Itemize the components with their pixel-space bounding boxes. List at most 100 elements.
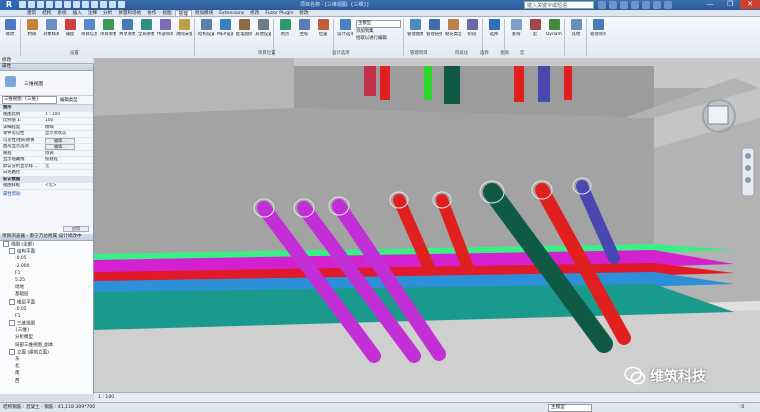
- ribbon-button-20[interactable]: 贴花类型: [445, 19, 461, 37]
- ribbon-button-23[interactable]: 查询: [508, 19, 524, 37]
- ribbon-button-5[interactable]: 项目参数: [100, 19, 116, 37]
- tab-5[interactable]: 分析: [100, 10, 115, 16]
- tab-3[interactable]: 插入: [70, 10, 85, 16]
- browser-node[interactable]: 视图 (全部): [0, 241, 93, 248]
- browser-node[interactable]: 东: [0, 356, 93, 363]
- close-hidden-icon[interactable]: [109, 1, 116, 8]
- print-icon[interactable]: [55, 1, 62, 8]
- properties-help-link[interactable]: 属性帮助: [0, 191, 93, 197]
- switch-window-icon[interactable]: [118, 1, 125, 8]
- application-menu-button[interactable]: R: [1, 0, 17, 10]
- browser-node[interactable]: {三维}: [0, 327, 93, 334]
- 3d-viewport[interactable]: [94, 58, 760, 392]
- ribbon-button-22[interactable]: 选择: [486, 19, 502, 37]
- expand-toggle-icon[interactable]: [3, 241, 9, 247]
- ribbon-button-19[interactable]: 管理链接: [426, 19, 442, 37]
- design-option-item-1[interactable]: 拾取以进行编辑: [356, 35, 401, 42]
- ribbon-button-11[interactable]: MEP设置: [217, 19, 233, 37]
- tab-9[interactable]: 管理: [174, 10, 192, 17]
- ribbon-button-15[interactable]: 坐标: [296, 19, 312, 37]
- property-value[interactable]: 按规程: [43, 157, 93, 163]
- tab-12[interactable]: 修改: [247, 10, 262, 16]
- property-value[interactable]: 编辑...: [43, 144, 93, 150]
- design-option-dropdown[interactable]: 主模型: [356, 20, 401, 28]
- ribbon-button-12[interactable]: 配电盘明细表样板: [236, 19, 252, 37]
- browser-node[interactable]: -2.000: [0, 263, 93, 270]
- save-icon[interactable]: [28, 1, 35, 8]
- help-search-input[interactable]: 键入关键字或短语: [524, 1, 594, 9]
- browser-node[interactable]: 北: [0, 363, 93, 370]
- view-type-dropdown[interactable]: 三维视图: {三维}: [2, 96, 57, 104]
- 3d-view-icon[interactable]: [82, 1, 89, 8]
- property-value[interactable]: 协调: [43, 151, 93, 157]
- browser-node[interactable]: 西: [0, 378, 93, 385]
- browser-node[interactable]: 基础层: [0, 291, 93, 298]
- ribbon-button-0[interactable]: 修改: [2, 19, 18, 37]
- expand-toggle-icon[interactable]: [9, 320, 15, 327]
- browser-node[interactable]: 南: [0, 370, 93, 377]
- ribbon-button-17[interactable]: 设计选项: [337, 19, 353, 37]
- user-icon[interactable]: [642, 1, 650, 9]
- ribbon-button-18[interactable]: 管理图像: [407, 19, 423, 37]
- ribbon-button-4[interactable]: 项目信息: [81, 19, 97, 37]
- browser-node[interactable]: 楼层平面: [0, 298, 93, 306]
- tab-10[interactable]: 附加模块: [192, 10, 216, 16]
- tab-14[interactable]: 修改: [296, 10, 311, 16]
- text-icon[interactable]: [73, 1, 80, 8]
- browser-node[interactable]: 场地: [0, 284, 93, 291]
- ribbon-button-27[interactable]: 管理项目: [590, 19, 606, 37]
- browser-node[interactable]: 结构平面: [0, 248, 93, 255]
- browser-node[interactable]: 三维视图: [0, 320, 93, 327]
- star-icon[interactable]: [631, 1, 639, 9]
- open-icon[interactable]: [19, 1, 26, 8]
- thin-lines-icon[interactable]: [100, 1, 107, 8]
- apply-button[interactable]: 应用: [63, 225, 89, 232]
- expand-toggle-icon[interactable]: [9, 248, 15, 255]
- browser-node[interactable]: F1: [0, 313, 93, 320]
- ribbon-button-13[interactable]: 其他设置: [255, 19, 271, 37]
- ribbon-button-8[interactable]: 传递项目标准: [157, 19, 173, 37]
- help-icon[interactable]: [664, 1, 672, 9]
- browser-node[interactable]: 立面 (建筑立面): [0, 348, 93, 356]
- tab-4[interactable]: 注释: [85, 10, 100, 16]
- expand-toggle-icon[interactable]: [9, 298, 15, 305]
- ribbon-button-1[interactable]: 材质: [24, 19, 40, 37]
- browser-node[interactable]: F1: [0, 270, 93, 277]
- ribbon-button-10[interactable]: 结构设置: [198, 19, 214, 37]
- maximize-button[interactable]: ❐: [720, 0, 740, 9]
- tab-2[interactable]: 系统: [54, 10, 69, 16]
- communication-icon[interactable]: [620, 1, 628, 9]
- close-button[interactable]: ✕: [740, 0, 760, 9]
- tab-8[interactable]: 视图: [159, 10, 174, 16]
- property-value[interactable]: 编辑...: [43, 137, 93, 143]
- tab-1[interactable]: 结构: [39, 10, 54, 16]
- ribbon-button-16[interactable]: 位置: [315, 19, 331, 37]
- tab-11[interactable]: Extensions: [216, 10, 247, 16]
- section-icon[interactable]: [91, 1, 98, 8]
- tab-6[interactable]: 体量和场地: [115, 10, 144, 16]
- ribbon-button-21[interactable]: 阶段: [464, 19, 480, 37]
- view-scale[interactable]: 1 : 100: [94, 395, 114, 400]
- property-value[interactable]: 精细: [43, 125, 93, 131]
- ribbon-button-26[interactable]: 其他: [568, 19, 584, 37]
- browser-node[interactable]: -0.05: [0, 255, 93, 262]
- expand-toggle-icon[interactable]: [9, 348, 15, 355]
- design-option-item-0[interactable]: 添加到集: [356, 28, 401, 35]
- ribbon-button-24[interactable]: 宏: [527, 19, 543, 37]
- search-icon[interactable]: [598, 1, 606, 9]
- edit-type-button[interactable]: 编辑类型: [60, 97, 78, 103]
- property-value[interactable]: <无>: [43, 183, 93, 189]
- property-value[interactable]: 100: [43, 118, 93, 124]
- ribbon-button-14[interactable]: 地点: [277, 19, 293, 37]
- browser-node[interactable]: 分析模型: [0, 334, 93, 341]
- tab-0[interactable]: 建筑: [24, 10, 39, 16]
- undo-icon[interactable]: [37, 1, 44, 8]
- navigation-bar[interactable]: [741, 147, 755, 197]
- redo-icon[interactable]: [46, 1, 53, 8]
- property-value[interactable]: 显示原状态: [43, 131, 93, 137]
- browser-node[interactable]: 局部三维视图_副本: [0, 342, 93, 349]
- tab-13[interactable]: Fuzor Plugin: [262, 10, 296, 16]
- property-value[interactable]: 无: [43, 164, 93, 170]
- browser-node[interactable]: -0.05: [0, 306, 93, 313]
- property-value[interactable]: 1 : 100: [43, 112, 93, 118]
